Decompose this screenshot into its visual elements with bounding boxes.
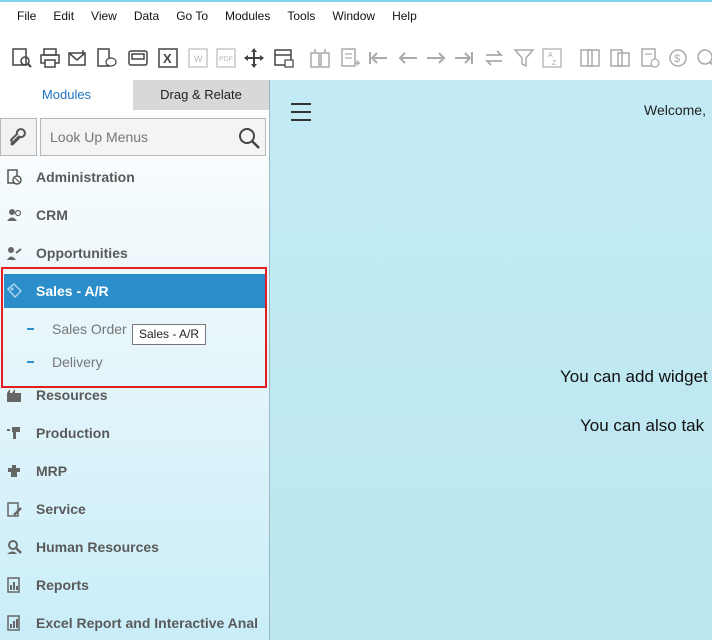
menu-view[interactable]: View [91, 9, 117, 23]
svg-text:Z: Z [552, 60, 557, 67]
export-word-icon[interactable]: W [186, 46, 210, 70]
sidebar-item-label: Service [36, 501, 86, 517]
tooltip: Sales - A/R [132, 324, 207, 345]
sidebar-item-excel-report[interactable]: Excel Report and Interactive Anal [0, 606, 269, 640]
sidebar-item-opportunities[interactable]: Opportunities [0, 236, 269, 270]
sidebar-item-resources[interactable]: Resources [0, 378, 269, 412]
svg-text:A: A [548, 52, 553, 59]
excel-report-icon [7, 615, 20, 631]
menu-search-row [0, 118, 269, 156]
export-pdf-icon[interactable]: PDF [214, 46, 238, 70]
tab-drag-relate[interactable]: Drag & Relate [133, 80, 269, 110]
crm-icon [7, 209, 22, 221]
svg-text:X: X [163, 51, 172, 66]
sidebar-item-label: Human Resources [36, 539, 159, 555]
search-input[interactable] [50, 128, 220, 146]
sidebar-item-label: Reports [36, 577, 89, 593]
journal-icon[interactable] [638, 46, 662, 70]
preview-icon[interactable] [10, 46, 34, 70]
first-record-icon[interactable] [366, 46, 390, 70]
sidebar-item-crm[interactable]: CRM [0, 198, 269, 232]
menu-bar: File Edit View Data Go To Modules Tools … [0, 2, 712, 30]
sidebar-item-label: Resources [36, 387, 108, 403]
menu-edit[interactable]: Edit [53, 9, 74, 23]
sidebar-item-label: MRP [36, 463, 68, 479]
resources-icon [7, 389, 21, 402]
lock-layout-icon[interactable] [272, 46, 296, 70]
sms-icon[interactable] [94, 46, 118, 70]
menu-file[interactable]: File [17, 9, 36, 23]
menu-help[interactable]: Help [392, 9, 417, 23]
gross-profit-icon[interactable] [694, 46, 712, 70]
human-resources-icon [7, 540, 22, 554]
hamburger-menu-icon[interactable] [291, 103, 311, 121]
wrench-icon [9, 128, 26, 146]
previous-record-icon[interactable] [396, 46, 420, 70]
fax-icon[interactable] [126, 46, 150, 70]
target-document-icon[interactable] [338, 46, 362, 70]
sub-item-delivery[interactable]: Delivery [0, 347, 269, 377]
svg-text:W: W [194, 54, 203, 64]
sidebar-tabs: Modules Drag & Relate [0, 80, 269, 110]
bullet-dash [27, 361, 34, 363]
sub-item-label: Delivery [52, 354, 103, 370]
menu-window[interactable]: Window [332, 9, 375, 23]
sales-icon [6, 283, 22, 299]
copy-icon[interactable] [608, 46, 632, 70]
sort-icon[interactable]: AZ [540, 46, 564, 70]
sidebar-item-human-resources[interactable]: Human Resources [0, 530, 269, 564]
sidebar-item-label: CRM [36, 207, 68, 223]
tab-modules[interactable]: Modules [0, 80, 133, 110]
main-area: Welcome, You can add widget You can also… [270, 80, 712, 640]
sub-item-label: Sales Order [52, 321, 127, 337]
bullet-dash [27, 328, 34, 330]
sidebar-item-production[interactable]: Production [0, 416, 269, 450]
menu-tools[interactable]: Tools [287, 9, 315, 23]
export-excel-icon[interactable]: X [156, 46, 180, 70]
sidebar: Modules Drag & Relate Administration CRM… [0, 80, 270, 640]
refresh-icon[interactable] [482, 46, 506, 70]
reports-icon [7, 577, 20, 593]
sidebar-item-service[interactable]: Service [0, 492, 269, 526]
sidebar-item-label: Sales - A/R [36, 283, 109, 299]
search-icon[interactable] [237, 126, 261, 150]
menu-data[interactable]: Data [134, 9, 159, 23]
filter-icon[interactable] [512, 46, 536, 70]
email-icon[interactable] [66, 46, 90, 70]
last-record-icon[interactable] [452, 46, 476, 70]
mrp-icon [8, 465, 20, 477]
menu-goto[interactable]: Go To [176, 9, 208, 23]
sidebar-item-reports[interactable]: Reports [0, 568, 269, 602]
administration-icon [7, 169, 22, 185]
base-document-icon[interactable] [308, 46, 332, 70]
svg-text:PDF: PDF [219, 56, 233, 63]
settings-icon[interactable] [578, 46, 602, 70]
payment-icon[interactable]: $ [666, 46, 690, 70]
welcome-text: Welcome, [644, 102, 706, 118]
service-icon [7, 502, 22, 517]
widget-hint-text: You can add widget [560, 367, 708, 386]
opportunities-icon [7, 247, 22, 260]
secondary-hint-text: You can also tak [580, 416, 705, 435]
sidebar-item-mrp[interactable]: MRP [0, 454, 269, 488]
sidebar-item-label: Excel Report and Interactive Anal [36, 615, 258, 631]
search-box [40, 118, 266, 156]
move-icon[interactable] [242, 46, 266, 70]
sidebar-item-sales-ar[interactable]: Sales - A/R [4, 274, 265, 308]
sidebar-item-label: Production [36, 425, 110, 441]
production-icon [7, 427, 20, 439]
sidebar-item-label: Opportunities [36, 245, 128, 261]
sidebar-item-administration[interactable]: Administration [0, 160, 269, 194]
svg-text:$: $ [674, 53, 680, 65]
sidebar-item-label: Administration [36, 169, 135, 185]
print-icon[interactable] [38, 46, 62, 70]
customize-button[interactable] [0, 118, 37, 156]
next-record-icon[interactable] [424, 46, 448, 70]
menu-modules[interactable]: Modules [225, 9, 270, 23]
